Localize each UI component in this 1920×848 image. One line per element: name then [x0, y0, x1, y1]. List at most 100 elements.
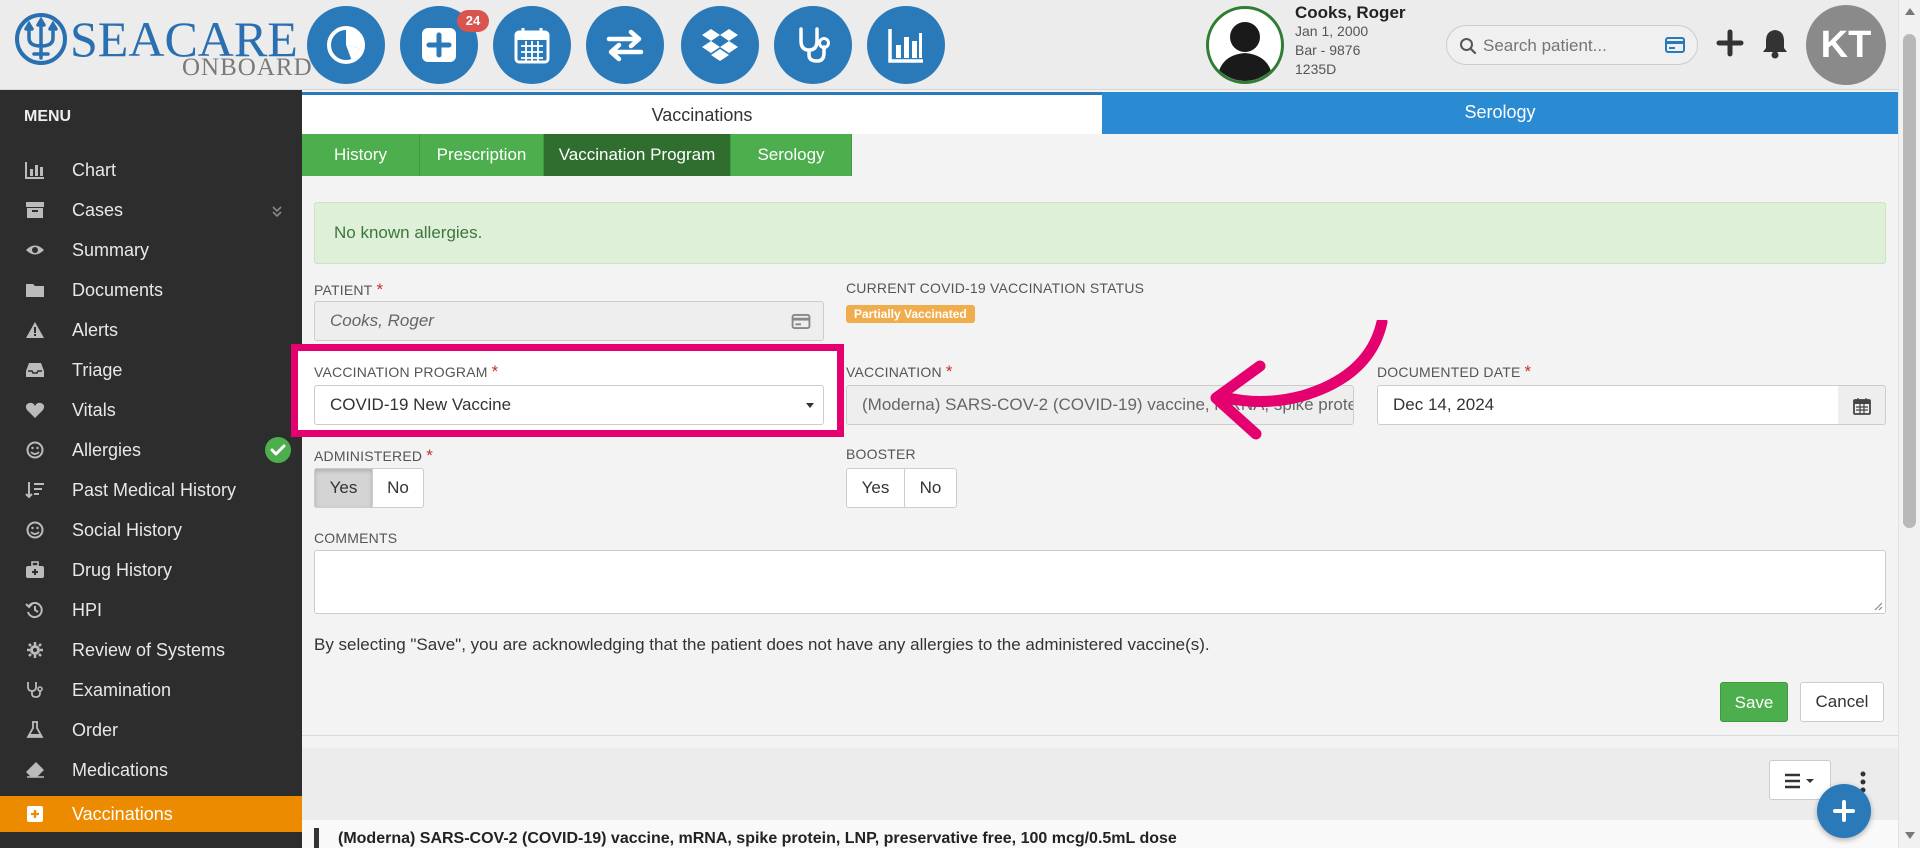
search-input[interactable]	[1483, 34, 1653, 58]
patient-department: Bar - 9876	[1295, 42, 1361, 58]
subtab-prescription[interactable]: Prescription	[420, 134, 544, 176]
section-divider	[302, 735, 1898, 736]
folder-icon	[26, 284, 44, 297]
sidebar-item-medications[interactable]: Medications	[0, 750, 302, 790]
resize-handle-icon[interactable]	[1873, 601, 1883, 611]
page-scrollbar[interactable]	[1898, 0, 1920, 848]
vaccination-program-value: COVID-19 New Vaccine	[330, 395, 512, 414]
patient-label: PATIENT *	[314, 280, 384, 299]
documented-date-input[interactable]: Dec 14, 2024	[1377, 385, 1839, 425]
sidebar: MENU Chart Cases Summary Documents Alert…	[0, 90, 302, 848]
sidebar-item-label: Documents	[72, 280, 164, 300]
flask-icon	[26, 721, 44, 738]
sidebar-item-examination[interactable]: Examination	[0, 670, 302, 710]
archive-icon	[26, 202, 44, 218]
smile-icon	[26, 441, 44, 459]
sidebar-item-hpi[interactable]: HPI	[0, 590, 302, 630]
annotation-arrow-icon	[1210, 320, 1388, 440]
sidebar-item-label: Vaccinations	[72, 804, 173, 824]
administered-no-button[interactable]: No	[373, 469, 423, 507]
sidebar-item-review-of-systems[interactable]: Review of Systems	[0, 630, 302, 670]
id-card-icon[interactable]	[1665, 37, 1685, 53]
sidebar-item-label: Alerts	[72, 320, 119, 340]
reports-button[interactable]	[867, 6, 945, 84]
cancel-button[interactable]: Cancel	[1800, 682, 1884, 722]
sidebar-item-chart[interactable]: Chart	[0, 150, 302, 190]
comments-textarea[interactable]	[314, 550, 1886, 614]
sidebar-item-documents[interactable]: Documents	[0, 270, 302, 310]
bell-icon[interactable]	[1760, 27, 1790, 59]
calendar-button[interactable]	[493, 6, 571, 84]
sidebar-item-triage[interactable]: Triage	[0, 350, 302, 390]
patient-search[interactable]	[1446, 25, 1698, 65]
dropbox-button[interactable]	[681, 6, 759, 84]
calendar-icon	[1853, 398, 1871, 415]
id-card-icon[interactable]	[791, 314, 811, 329]
date-picker-button[interactable]	[1838, 385, 1886, 425]
sidebar-item-past-medical-history[interactable]: Past Medical History	[0, 470, 302, 510]
warning-icon	[26, 322, 44, 338]
tab-vaccinations[interactable]: Vaccinations	[302, 92, 1102, 134]
sidebar-item-vitals[interactable]: Vitals	[0, 390, 302, 430]
vaccination-label: VACCINATION *	[846, 362, 953, 381]
documented-date-value: Dec 14, 2024	[1393, 395, 1495, 414]
sidebar-item-drug-history[interactable]: Drug History	[0, 550, 302, 590]
medkit-icon	[26, 561, 44, 578]
add-icon[interactable]	[1715, 28, 1745, 58]
main-content: Vaccinations Serology History Prescripti…	[291, 90, 1898, 848]
vaccination-program-select[interactable]: COVID-19 New Vaccine	[314, 385, 824, 425]
sort-icon	[25, 482, 44, 499]
sidebar-item-label: Triage	[72, 360, 123, 380]
search-icon	[1460, 38, 1477, 55]
booster-yes-button[interactable]: Yes	[847, 469, 904, 507]
stethoscope-button[interactable]	[774, 6, 852, 84]
save-button[interactable]: Save	[1720, 682, 1788, 722]
add-record-fab[interactable]	[1817, 784, 1871, 838]
scroll-down-arrow-icon[interactable]	[1905, 832, 1915, 839]
eye-icon	[26, 245, 44, 255]
sidebar-item-social-history[interactable]: Social History	[0, 510, 302, 550]
gear-icon	[27, 642, 43, 658]
sidebar-item-vaccinations[interactable]: Vaccinations	[0, 796, 302, 832]
administered-toggle: Yes No	[314, 468, 424, 508]
sidebar-item-order[interactable]: Order	[0, 710, 302, 750]
vaccination-status-badge: Partially Vaccinated	[846, 305, 975, 323]
patient-info: Cooks, Roger Jan 1, 2000 Bar - 9876 1235…	[1295, 3, 1406, 79]
sidebar-item-label: Past Medical History	[72, 480, 237, 500]
tab-serology[interactable]: Serology	[1102, 92, 1898, 134]
bar-chart-icon	[888, 29, 923, 63]
seacare-logo[interactable]: SEACARE ONBOARD	[14, 10, 312, 80]
sidebar-item-label: Vitals	[72, 400, 116, 420]
administered-yes-button[interactable]: Yes	[315, 469, 372, 507]
sidebar-item-summary[interactable]: Summary	[0, 230, 302, 270]
record-title: (Moderna) SARS-COV-2 (COVID-19) vaccine,…	[338, 830, 1177, 847]
sidebar-item-allergies[interactable]: Allergies	[0, 430, 302, 470]
history-icon	[25, 602, 43, 619]
scroll-up-arrow-icon[interactable]	[1905, 8, 1915, 15]
chevron-double-down-icon[interactable]	[270, 204, 284, 218]
trident-logo-icon	[15, 13, 67, 65]
dashboard-pie-icon	[327, 26, 365, 64]
sidebar-item-label: Cases	[72, 200, 124, 220]
transfer-button[interactable]	[586, 6, 664, 84]
sidebar-item-alerts[interactable]: Alerts	[0, 310, 302, 350]
vaccination-status-label: CURRENT COVID-19 VACCINATION STATUS	[846, 280, 1145, 296]
subtab-serology[interactable]: Serology	[731, 134, 852, 176]
notification-count-badge: 24	[457, 10, 489, 32]
patient-avatar[interactable]	[1206, 6, 1284, 84]
scroll-thumb[interactable]	[1903, 34, 1916, 528]
dropbox-icon	[702, 29, 738, 61]
patient-field-value: Cooks, Roger	[330, 311, 434, 330]
sidebar-item-cases[interactable]: Cases	[0, 190, 302, 230]
menu-title: MENU	[24, 108, 72, 125]
booster-label: BOOSTER	[846, 446, 916, 462]
comments-label: COMMENTS	[314, 530, 398, 546]
subtab-history[interactable]: History	[302, 134, 420, 176]
subtab-vaccination-program[interactable]: Vaccination Program	[544, 134, 731, 176]
dashboard-button[interactable]	[307, 6, 385, 84]
patient-dob: Jan 1, 2000	[1295, 23, 1369, 39]
user-avatar[interactable]: KT	[1806, 5, 1886, 85]
sidebar-item-label: Medications	[72, 760, 169, 780]
booster-no-button[interactable]: No	[905, 469, 956, 507]
eraser-icon	[26, 762, 44, 778]
